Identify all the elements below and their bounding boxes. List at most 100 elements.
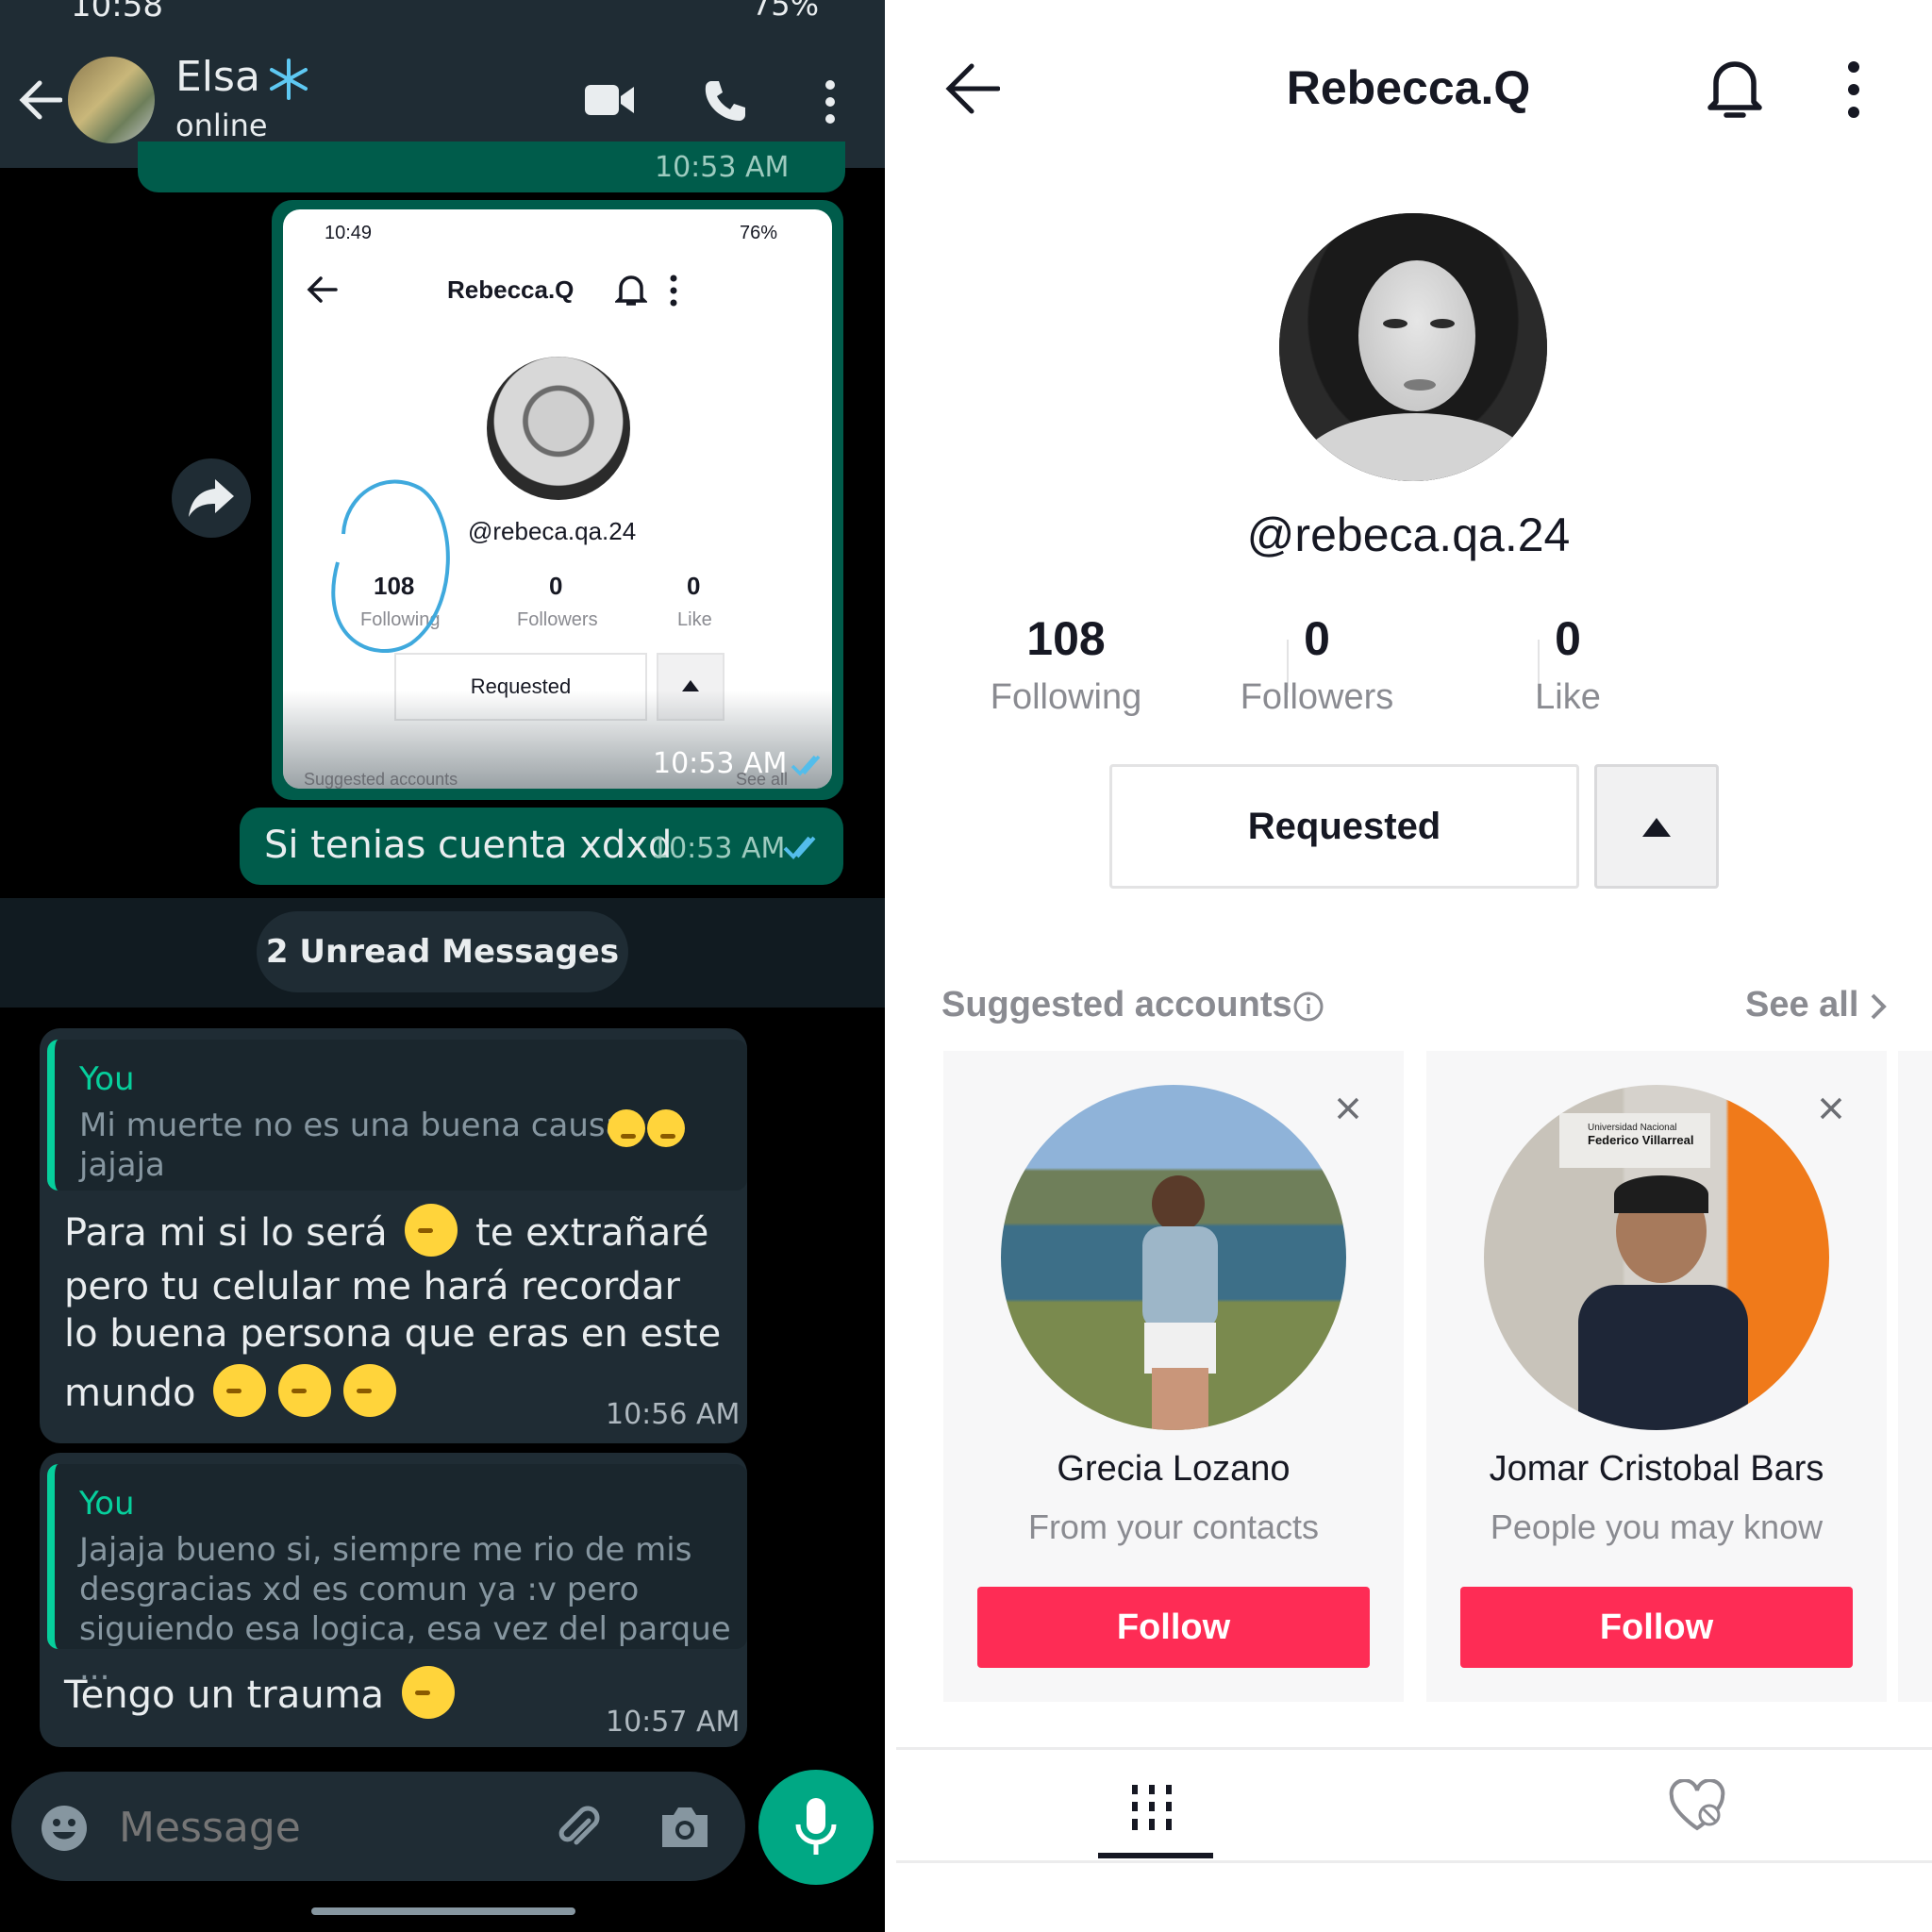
incoming-message-time: 10:56 AM <box>606 1398 741 1431</box>
suggestion-avatar[interactable]: Universidad Nacional Federico Villarreal <box>1484 1085 1829 1430</box>
profile-avatar[interactable] <box>1279 213 1547 481</box>
phone-call-icon[interactable] <box>702 77 747 123</box>
tab-bar-bottom-divider <box>896 1860 1932 1863</box>
profile-panel: Rebecca.Q @rebeca.qa.24 108 Following 0 … <box>885 0 1932 1932</box>
more-options-icon[interactable] <box>821 79 840 125</box>
incoming-text-segment: Tengo un trauma <box>64 1674 385 1717</box>
quoted-text-line: Mi muerte no es una buena causa <box>79 1107 625 1144</box>
tab-videos[interactable] <box>1098 1764 1213 1858</box>
more-options-icon[interactable] <box>1843 60 1864 119</box>
follow-button[interactable]: Follow <box>1460 1587 1853 1668</box>
dismiss-close-icon[interactable] <box>1336 1096 1360 1121</box>
expand-suggestions-button[interactable] <box>1594 764 1719 889</box>
see-all-link[interactable]: See all <box>1745 985 1858 1025</box>
incoming-text-line: Tengo un trauma <box>64 1666 455 1720</box>
avatar-lips <box>1404 379 1436 391</box>
camera-icon[interactable] <box>658 1804 711 1851</box>
follow-button[interactable]: Follow <box>977 1587 1370 1668</box>
forward-button[interactable] <box>172 458 251 538</box>
shot-more-icon <box>670 275 677 307</box>
emoji-icon[interactable] <box>40 1804 89 1853</box>
quoted-text-line: desgracias xd es comun ya :v pero <box>79 1571 640 1608</box>
relieved-emoji-icon <box>213 1364 267 1417</box>
suggestion-card[interactable]: Universidad Nacional Federico Villarreal… <box>1426 1051 1887 1702</box>
stat-likes-value[interactable]: 0 <box>1445 611 1690 666</box>
shot-stat-followers-label: Followers <box>517 609 598 630</box>
caret-up-icon <box>1642 818 1671 837</box>
incoming-text-line: Para mi si lo será te extrañaré <box>64 1204 708 1257</box>
video-call-icon[interactable] <box>583 81 636 119</box>
attach-icon[interactable] <box>551 1802 604 1855</box>
contact-avatar[interactable] <box>68 57 155 143</box>
microphone-icon <box>795 1798 837 1855</box>
avatar-person <box>1152 1175 1205 1232</box>
avatar-sign: Universidad Nacional Federico Villarreal <box>1559 1113 1710 1168</box>
profile-title: Rebecca.Q <box>1286 61 1531 114</box>
contact-name[interactable]: Elsa <box>175 53 260 101</box>
back-arrow-icon[interactable] <box>17 79 62 121</box>
incoming-text-segment: mundo <box>64 1372 196 1415</box>
incoming-text-line: lo buena persona que eras en este <box>64 1312 722 1356</box>
active-tab-indicator <box>1098 1853 1213 1858</box>
status-time: 10:58 <box>71 0 163 25</box>
shot-profile-title: Rebecca.Q <box>447 275 575 304</box>
outgoing-text: Si tenias cuenta xdxd <box>264 824 673 867</box>
suggestion-name[interactable]: Grecia Lozano <box>943 1449 1404 1490</box>
pleading-face-emoji-icon <box>401 1666 455 1719</box>
bell-icon[interactable] <box>1706 57 1764 119</box>
incoming-message-bubble[interactable]: You Mi muerte no es una buena causa jaja… <box>40 1028 747 1443</box>
quoted-author: You <box>79 1060 135 1098</box>
suggestion-name[interactable]: Jomar Cristobal Bars <box>1426 1449 1887 1490</box>
stat-likes-label[interactable]: Like <box>1445 677 1690 718</box>
home-indicator <box>311 1907 575 1915</box>
hand-over-mouth-emoji-icon <box>277 1364 331 1417</box>
previous-message-bubble[interactable]: 10:53 AM <box>138 142 845 192</box>
stat-following-label[interactable]: Following <box>943 677 1189 718</box>
chevron-right-icon[interactable] <box>1870 992 1887 1021</box>
shot-stat-like-label: Like <box>677 609 712 630</box>
avatar-person <box>1144 1323 1216 1374</box>
incoming-text-segment: Para mi si lo será <box>64 1211 388 1255</box>
hidden-likes-heart-icon <box>1669 1779 1725 1831</box>
read-receipt-icon <box>783 836 816 859</box>
avatar-eye <box>1430 319 1455 328</box>
incoming-text-segment: te extrañaré <box>475 1211 709 1255</box>
contact-status: online <box>175 108 268 143</box>
suggestion-avatar[interactable] <box>1001 1085 1346 1430</box>
suggestion-card-edge <box>1898 1051 1932 1702</box>
incoming-text-line: pero tu celular me hará recordar <box>64 1265 680 1308</box>
shot-handle: @rebeca.qa.24 <box>468 517 637 545</box>
stat-followers-value[interactable]: 0 <box>1194 611 1440 666</box>
tab-liked[interactable] <box>1640 1764 1755 1858</box>
info-icon[interactable] <box>1292 991 1324 1023</box>
avatar-person <box>1578 1285 1748 1430</box>
avatar-sign-text: Universidad Nacional <box>1588 1123 1677 1133</box>
voice-message-button[interactable] <box>758 1770 874 1885</box>
incoming-message-bubble[interactable]: You Jajaja bueno si, siempre me rio de m… <box>40 1453 747 1747</box>
shot-suggested-label: Suggested accounts <box>304 770 458 789</box>
previous-message-time: 10:53 AM <box>655 151 790 184</box>
quoted-author: You <box>79 1485 135 1523</box>
quoted-message[interactable]: You Jajaja bueno si, siempre me rio de m… <box>47 1464 747 1688</box>
suggestion-card[interactable]: Grecia Lozano From your contacts Follow <box>943 1051 1404 1702</box>
requested-button[interactable]: Requested <box>1109 764 1579 889</box>
shot-stat-like-value: 0 <box>687 572 701 600</box>
message-composer[interactable] <box>11 1772 745 1881</box>
shot-avatar <box>487 357 630 500</box>
quoted-text-line: Jajaja bueno si, siempre me rio de mis <box>79 1531 692 1569</box>
snowflake-icon <box>270 58 308 100</box>
shot-stat-followers-value: 0 <box>549 572 563 600</box>
quoted-message[interactable]: You Mi muerte no es una buena causa jaja… <box>47 1040 747 1191</box>
outgoing-text-bubble[interactable]: Si tenias cuenta xdxd 10:53 AM <box>240 808 843 885</box>
crying-emoji-icon <box>608 1109 645 1147</box>
quoted-text-line: jajaja <box>79 1146 165 1184</box>
avatar-eye <box>1383 319 1407 328</box>
shared-screenshot[interactable]: 10:49 76% Rebecca.Q @rebeca.qa.24 108 Fo… <box>283 209 832 789</box>
avatar-person <box>1152 1368 1208 1430</box>
stat-followers-label[interactable]: Followers <box>1194 677 1440 718</box>
hand-drawn-circle-annotation <box>331 479 450 653</box>
stat-following-value[interactable]: 108 <box>943 611 1189 666</box>
tab-bar-divider <box>896 1747 1932 1750</box>
message-input[interactable] <box>117 1798 404 1857</box>
dismiss-close-icon[interactable] <box>1819 1096 1843 1121</box>
